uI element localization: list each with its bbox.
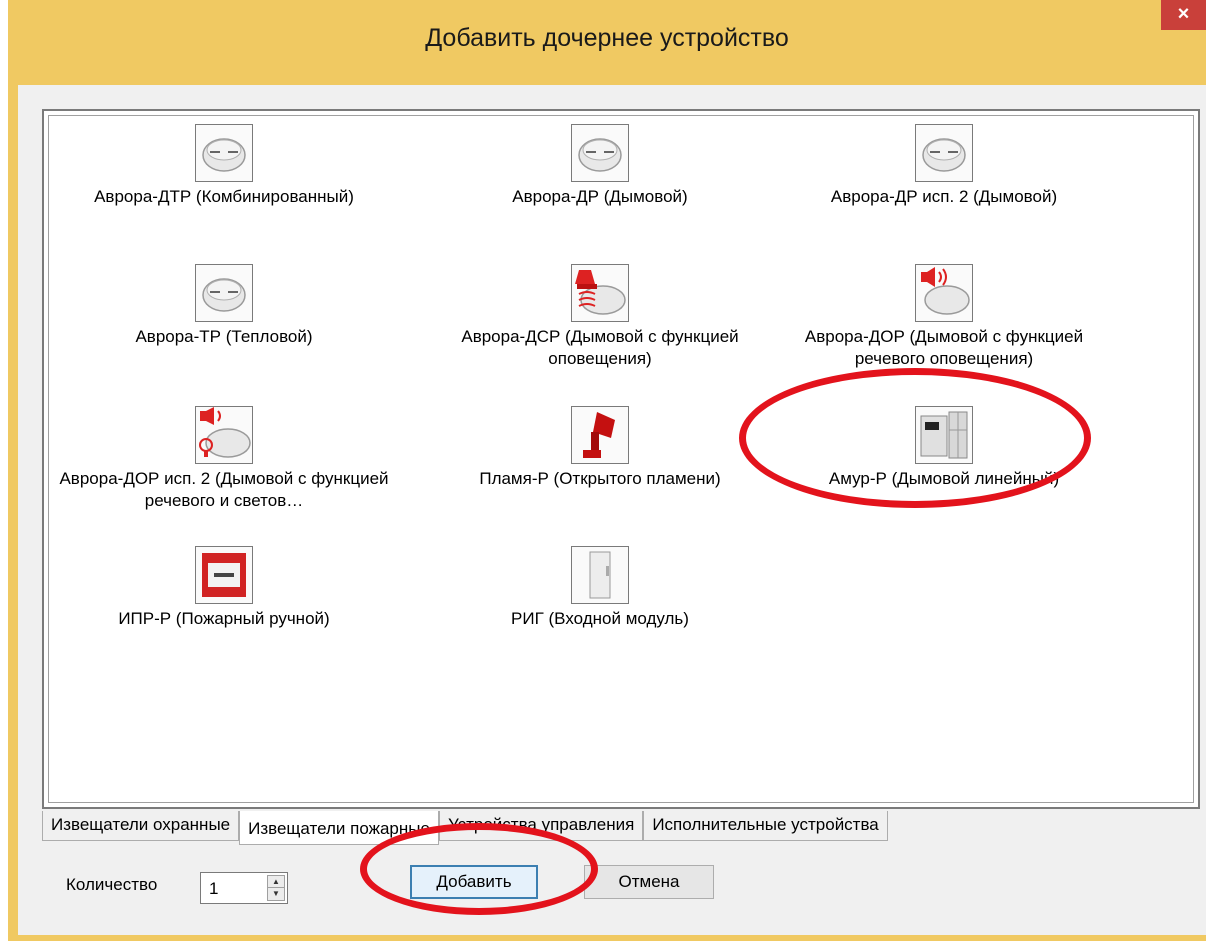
list-item[interactable]: Аврора-ДОР исп. 2 (Дымовой с функцией ре… — [59, 406, 389, 512]
dialog-body: Аврора-ДТР (Комбинированный) Аврора-ДР (… — [18, 85, 1206, 935]
manual-call-point-icon — [195, 546, 253, 604]
list-item[interactable]: ИПР-Р (Пожарный ручной) — [59, 546, 389, 630]
smoke-detector-speaker-light-icon — [195, 406, 253, 464]
quantity-stepper[interactable]: 1 ▲ ▼ — [200, 872, 288, 904]
list-item-label: Аврора-ДОР (Дымовой с функцией речевого … — [804, 327, 1084, 368]
spin-control[interactable]: ▲ ▼ — [267, 875, 285, 901]
list-item[interactable]: Аврора-ДТР (Комбинированный) — [59, 124, 389, 208]
list-item[interactable]: Пламя-Р (Открытого пламени) — [435, 406, 765, 490]
list-item-label: Аврора-ДОР исп. 2 (Дымовой с функцией ре… — [59, 469, 389, 510]
list-item-label: Амур-Р (Дымовой линейный) — [828, 469, 1060, 488]
list-item-label: ИПР-Р (Пожарный ручной) — [118, 609, 330, 628]
smoke-detector-icon — [195, 264, 253, 322]
dialog-title: Добавить дочернее устройство — [425, 24, 789, 52]
tab-strip: Извещатели охранные Извещатели пожарные … — [42, 811, 888, 845]
list-item-label: Аврора-ДР исп. 2 (Дымовой) — [830, 187, 1058, 206]
quantity-value: 1 — [209, 879, 219, 898]
cancel-button[interactable]: Отмена — [584, 865, 714, 899]
list-item[interactable]: Аврора-ТР (Тепловой) — [59, 264, 389, 348]
tab-actuators[interactable]: Исполнительные устройства — [643, 811, 888, 841]
list-item-label: РИГ (Входной модуль) — [511, 609, 689, 628]
linear-smoke-detector-icon — [915, 406, 973, 464]
smoke-detector-siren-icon — [571, 264, 629, 322]
list-item-label: Аврора-ДСР (Дымовой с функцией оповещени… — [461, 327, 739, 368]
list-item[interactable]: Аврора-ДОР (Дымовой с функцией речевого … — [779, 264, 1109, 370]
list-item[interactable]: Амур-Р (Дымовой линейный) — [779, 406, 1109, 490]
device-list[interactable]: Аврора-ДТР (Комбинированный) Аврора-ДР (… — [42, 109, 1200, 809]
list-item[interactable]: Аврора-ДР исп. 2 (Дымовой) — [779, 124, 1109, 208]
input-module-icon — [571, 546, 629, 604]
title-bar[interactable]: Добавить дочернее устройство × — [8, 0, 1206, 84]
close-button[interactable]: × — [1161, 0, 1206, 30]
add-button[interactable]: Добавить — [410, 865, 538, 899]
tab-security-detectors[interactable]: Извещатели охранные — [42, 811, 240, 841]
list-item[interactable]: Аврора-ДСР (Дымовой с функцией оповещени… — [435, 264, 765, 370]
tab-control-devices[interactable]: Устройства управления — [438, 811, 644, 841]
quantity-label: Количество — [66, 875, 158, 894]
list-item-label: Аврора-ДР (Дымовой) — [512, 187, 688, 206]
spin-down-icon[interactable]: ▼ — [268, 888, 284, 900]
list-item-label: Аврора-ДТР (Комбинированный) — [94, 187, 354, 206]
device-list-frame: Аврора-ДТР (Комбинированный) Аврора-ДР (… — [48, 115, 1194, 803]
spin-up-icon[interactable]: ▲ — [268, 876, 284, 888]
flame-detector-icon — [571, 406, 629, 464]
tab-fire-detectors[interactable]: Извещатели пожарные — [239, 811, 439, 845]
list-item-label: Пламя-Р (Открытого пламени) — [479, 469, 721, 488]
smoke-detector-icon — [195, 124, 253, 182]
list-item[interactable]: Аврора-ДР (Дымовой) — [435, 124, 765, 208]
dialog-window: Добавить дочернее устройство × Аврора-ДТ… — [8, 0, 1206, 941]
smoke-detector-speaker-icon — [915, 264, 973, 322]
list-item-label: Аврора-ТР (Тепловой) — [135, 327, 313, 346]
smoke-detector-icon — [571, 124, 629, 182]
smoke-detector-icon — [915, 124, 973, 182]
list-item[interactable]: РИГ (Входной модуль) — [435, 546, 765, 630]
